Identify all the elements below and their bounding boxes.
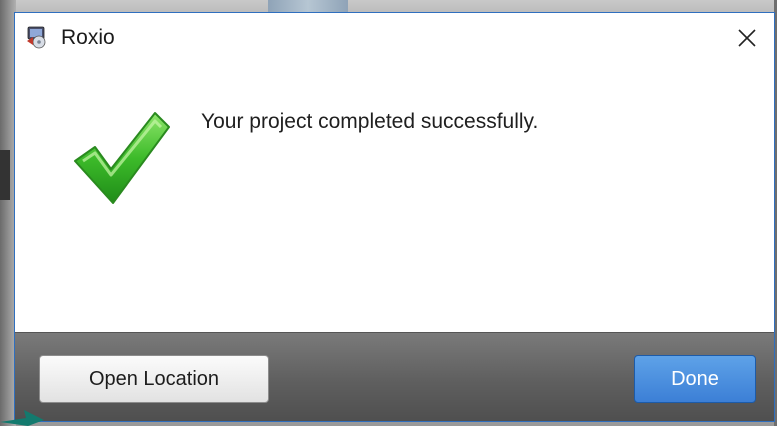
- close-icon: [738, 29, 756, 47]
- dialog-titlebar: Roxio: [15, 13, 774, 59]
- open-location-button[interactable]: Open Location: [39, 355, 269, 403]
- completion-dialog: Roxio Your project completed successfull…: [14, 12, 775, 422]
- roxio-app-icon: [25, 25, 49, 49]
- annotation-arrow-icon: [0, 404, 48, 426]
- success-message: Your project completed successfully.: [201, 110, 539, 133]
- background-window-top: [0, 0, 777, 12]
- background-toolbar-chip: [268, 0, 348, 12]
- green-checkmark-icon: [69, 103, 173, 211]
- done-button[interactable]: Done: [634, 355, 756, 403]
- dialog-footer: Open Location Done: [15, 332, 774, 421]
- dialog-title: Roxio: [61, 26, 115, 49]
- background-dark-strip: [0, 150, 10, 200]
- screen: Roxio Your project completed successfull…: [0, 0, 777, 426]
- close-button[interactable]: [730, 21, 764, 55]
